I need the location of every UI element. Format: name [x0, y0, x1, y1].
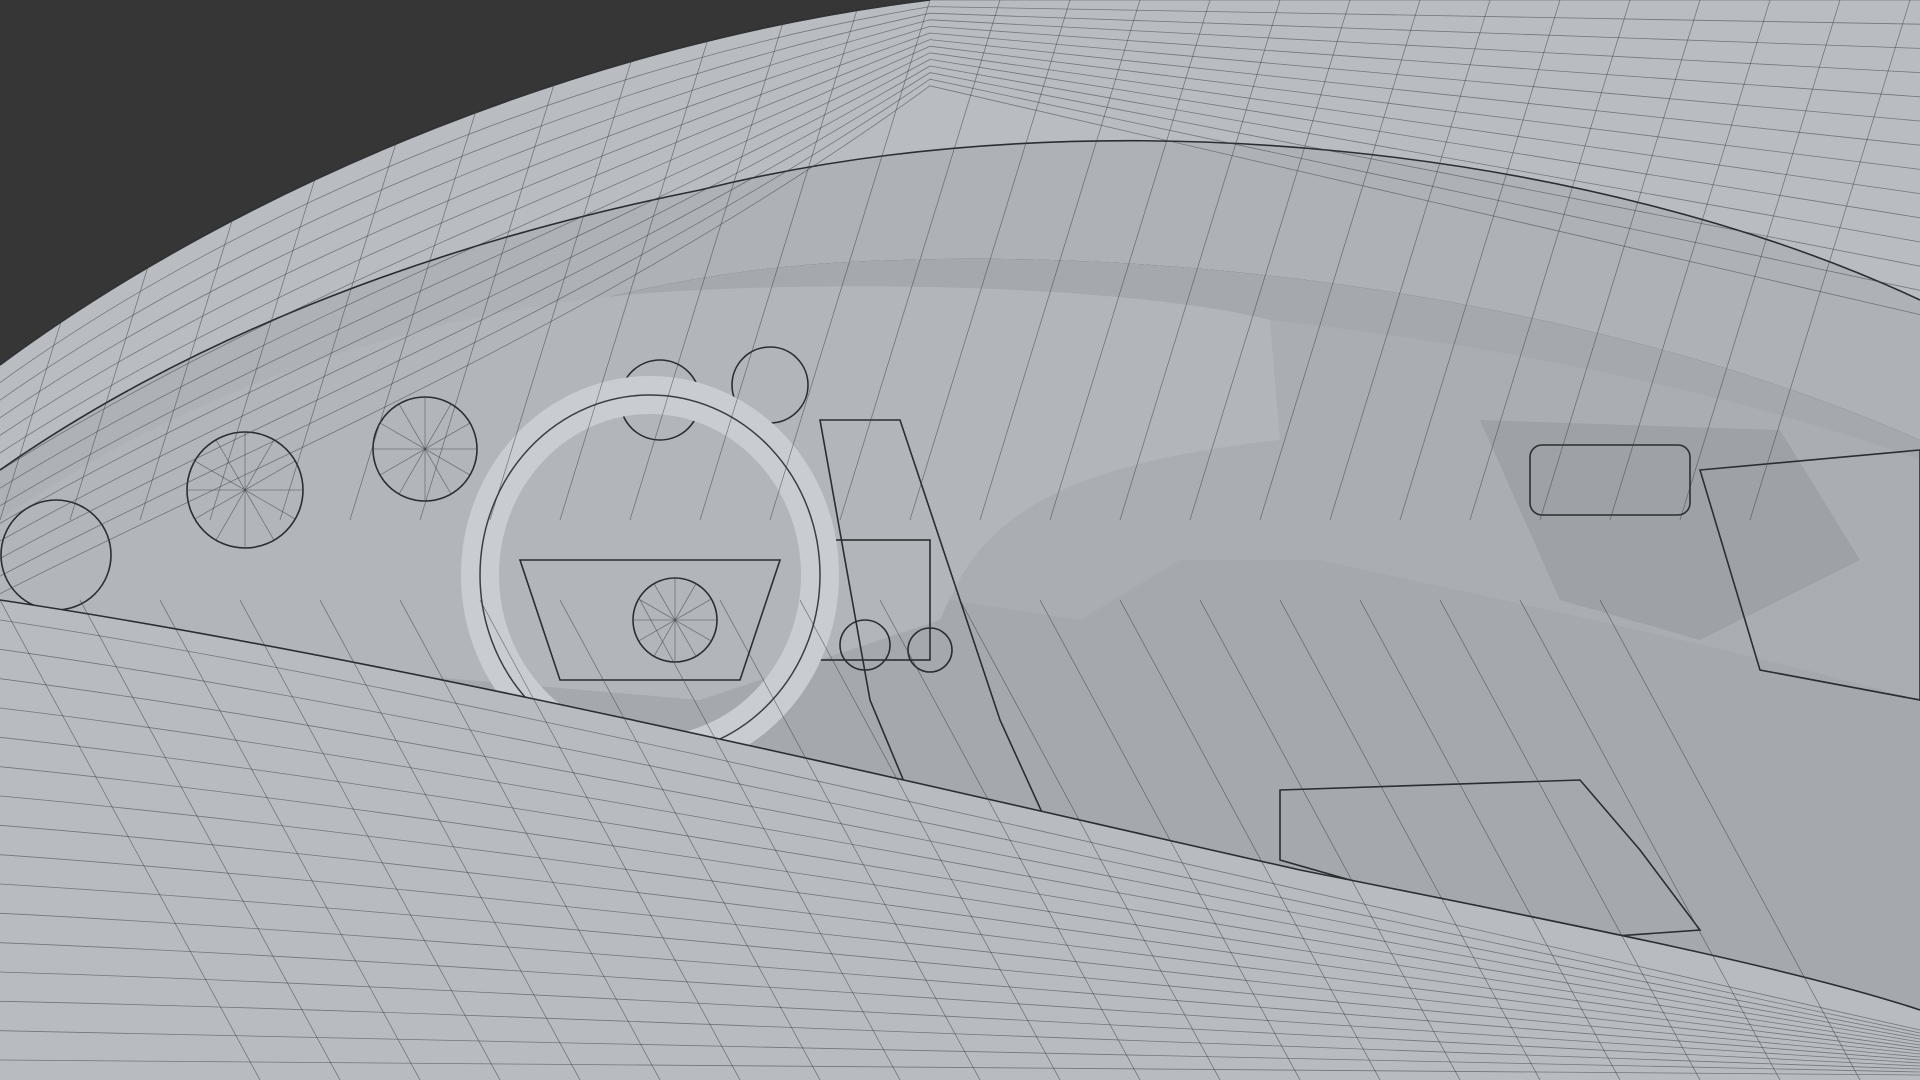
3d-viewport-render	[0, 0, 1920, 1080]
